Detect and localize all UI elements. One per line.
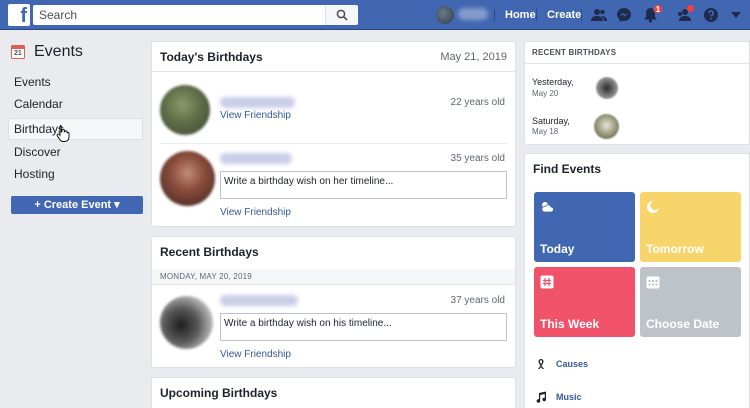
avatar[interactable] — [160, 296, 213, 349]
partly-cloudy-icon — [541, 202, 554, 213]
date-subheader: MONDAY, MAY 20, 2019 — [152, 269, 515, 285]
recent-birthdays-title: Recent Birthdays — [160, 245, 259, 259]
birthday-wish-input[interactable]: Write a birthday wish on her timeline... — [220, 171, 507, 199]
tile-this-week-label: This Week — [540, 317, 600, 331]
recent-birthdays-card: Recent Birthdays MONDAY, MAY 20, 2019 37… — [151, 236, 516, 368]
create-event-button[interactable]: + Create Event ▾ — [11, 196, 143, 214]
search-button[interactable] — [325, 5, 357, 25]
divider — [160, 143, 507, 144]
divider — [536, 9, 537, 21]
find-events-title: Find Events — [533, 162, 602, 176]
nav-item-events[interactable]: Events — [8, 71, 143, 93]
birthday-day: Yesterday, — [532, 77, 574, 87]
facebook-logo[interactable]: f — [8, 4, 30, 26]
friend-name[interactable] — [220, 153, 292, 164]
view-friendship-link[interactable]: View Friendship — [220, 349, 291, 360]
avatar[interactable] — [160, 151, 215, 206]
create-link[interactable]: Create — [547, 9, 581, 21]
tile-choose-date[interactable]: Choose Date — [640, 267, 741, 337]
birthday-day: Saturday, — [532, 116, 570, 126]
birthday-date: May 20 — [532, 89, 559, 98]
birthday-wish-input[interactable]: Write a birthday wish on his timeline... — [220, 313, 507, 341]
upcoming-birthdays-title: Upcoming Birthdays — [160, 386, 278, 400]
friend-requests-icon[interactable] — [590, 6, 608, 24]
nav-item-calendar[interactable]: Calendar — [8, 93, 143, 115]
find-events-card: Find Events Today Tomorrow This Week Cho… — [524, 153, 750, 408]
todays-birthdays-title: Today's Birthdays May 21, 2019 — [152, 42, 515, 72]
tile-tomorrow-label: Tomorrow — [646, 242, 704, 256]
divider — [494, 9, 495, 21]
groups-dot-badge — [687, 5, 694, 12]
category-causes[interactable]: Causes — [556, 359, 588, 369]
page-title: Events — [34, 43, 83, 60]
recent-birthdays-sidebar-title: RECENT BIRTHDAYS — [525, 42, 749, 64]
view-friendship-link[interactable]: View Friendship — [220, 207, 291, 218]
search-box — [33, 5, 358, 25]
home-link[interactable]: Home — [505, 9, 536, 21]
top-bar: f Home Create 1 — [0, 0, 750, 30]
tile-today-label: Today — [540, 242, 575, 256]
notification-badge: 1 — [653, 4, 663, 14]
category-music[interactable]: Music — [556, 392, 582, 402]
profile-name[interactable] — [458, 8, 488, 20]
profile-avatar[interactable] — [436, 6, 454, 24]
divider — [581, 9, 582, 21]
tile-today[interactable]: Today — [534, 192, 635, 262]
hand-cursor-icon — [56, 125, 70, 142]
ribbon-icon — [538, 359, 544, 369]
hashtag-calendar-icon — [540, 275, 554, 289]
friend-name[interactable] — [220, 97, 295, 108]
nav-item-discover[interactable]: Discover — [8, 141, 143, 163]
nav-item-birthdays[interactable]: Birthdays — [8, 118, 143, 140]
account-menu-chevron-down-icon[interactable] — [727, 6, 745, 24]
friend-age: 22 years old — [450, 97, 505, 108]
search-input[interactable] — [34, 6, 324, 24]
upcoming-birthdays-card: Upcoming Birthdays — [151, 377, 516, 408]
nav-item-hosting[interactable]: Hosting — [8, 163, 143, 185]
calendar-icon: 21 — [11, 45, 25, 59]
friend-age: 37 years old — [450, 295, 505, 306]
tile-this-week[interactable]: This Week — [534, 267, 635, 337]
birthday-date: May 18 — [532, 127, 559, 136]
tile-tomorrow[interactable]: Tomorrow — [640, 192, 741, 262]
avatar[interactable] — [160, 85, 210, 135]
todays-birthdays-card: Today's Birthdays May 21, 2019 22 years … — [151, 41, 516, 227]
view-friendship-link[interactable]: View Friendship — [220, 110, 291, 121]
messenger-icon[interactable] — [615, 6, 633, 24]
avatar[interactable] — [596, 77, 618, 99]
avatar[interactable] — [594, 114, 619, 139]
friend-name[interactable] — [220, 295, 298, 306]
moon-icon — [647, 200, 660, 213]
friend-age: 35 years old — [450, 153, 505, 164]
tile-choose-date-label: Choose Date — [646, 317, 720, 331]
search-icon — [336, 9, 348, 21]
calendar-grid-icon — [646, 276, 660, 289]
help-icon[interactable] — [702, 6, 720, 24]
todays-date: May 21, 2019 — [440, 51, 507, 63]
music-note-icon — [536, 391, 546, 403]
recent-birthdays-sidebar: RECENT BIRTHDAYS Yesterday, May 20 Satur… — [524, 41, 750, 145]
